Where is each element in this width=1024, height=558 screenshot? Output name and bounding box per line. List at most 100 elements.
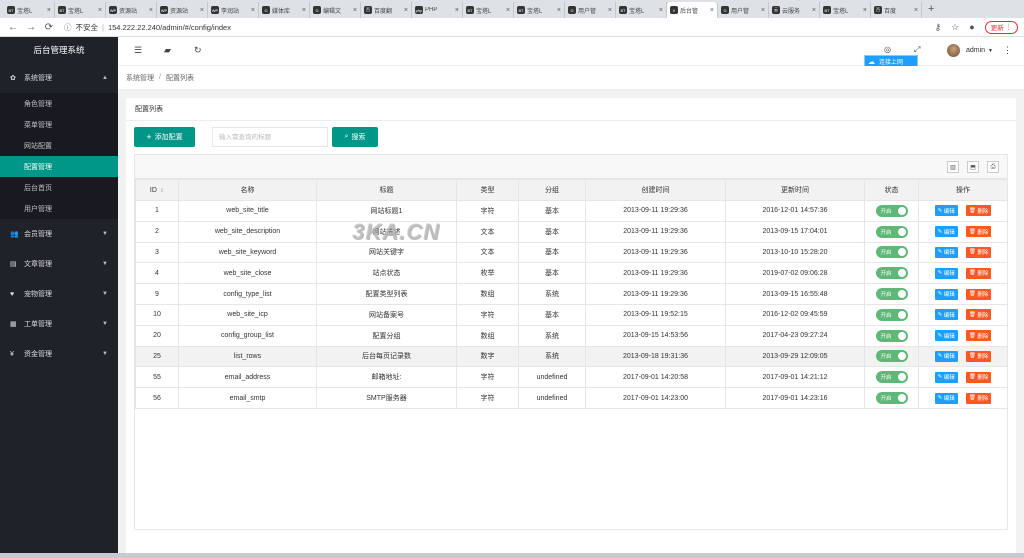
delete-button[interactable]: 🗑 删除	[965, 226, 992, 238]
close-icon[interactable]: ×	[761, 7, 765, 14]
sidebar-item[interactable]: 角色管理	[0, 93, 118, 114]
status-toggle[interactable]: 开启	[875, 288, 908, 301]
edit-button[interactable]: ✎ 编辑	[934, 205, 958, 217]
new-tab-icon[interactable]: +	[928, 3, 934, 15]
delete-button[interactable]: 🗑 删除	[965, 309, 992, 321]
status-toggle[interactable]: 开启	[875, 350, 908, 363]
profile-icon[interactable]: ●	[969, 22, 974, 32]
close-icon[interactable]: ×	[812, 7, 816, 14]
browser-tab[interactable]: BT 宝塔L ×	[4, 2, 55, 18]
close-icon[interactable]: ×	[608, 7, 612, 14]
key-icon[interactable]: ⚷	[935, 22, 942, 33]
forward-icon[interactable]: →	[26, 22, 36, 33]
browser-tab[interactable]: G 用户管 ×	[718, 2, 769, 18]
status-toggle[interactable]: 开启	[875, 329, 908, 342]
browser-tab[interactable]: WP 资源站 ×	[106, 2, 157, 18]
delete-button[interactable]: 🗑 删除	[965, 392, 992, 404]
browser-tab[interactable]: 云云服务 ×	[769, 2, 820, 18]
reload-icon[interactable]: ⟳	[44, 22, 54, 33]
status-toggle[interactable]: 开启	[875, 392, 908, 405]
search-input[interactable]	[212, 127, 328, 147]
sidebar-group-funds[interactable]: ¥ 资金管理 ▼	[0, 339, 118, 369]
edit-button[interactable]: ✎ 编辑	[934, 330, 958, 342]
add-config-button[interactable]: + 添加配置	[134, 127, 195, 147]
fullscreen-icon[interactable]: ⤢	[914, 45, 920, 55]
browser-tab[interactable]: BT 宝塔L ×	[616, 2, 667, 18]
menu-toggle-icon[interactable]: ☰	[134, 45, 142, 56]
browser-tab[interactable]: BT 宝塔L ×	[820, 2, 871, 18]
delete-button[interactable]: 🗑 删除	[965, 205, 992, 217]
close-icon[interactable]: ×	[404, 7, 408, 14]
browser-tab[interactable]: G 编辑文 ×	[310, 2, 361, 18]
delete-button[interactable]: 🗑 删除	[965, 267, 992, 279]
edit-button[interactable]: ✎ 编辑	[934, 267, 958, 279]
sidebar-item[interactable]: 网站配置	[0, 135, 118, 156]
close-icon[interactable]: ×	[251, 7, 255, 14]
chat-icon[interactable]: ▰	[164, 45, 171, 56]
delete-button[interactable]: 🗑 删除	[965, 330, 992, 342]
close-icon[interactable]: ×	[455, 7, 459, 14]
search-button[interactable]: ⌕ 搜索	[332, 127, 378, 147]
status-toggle[interactable]: 开启	[875, 371, 908, 384]
close-icon[interactable]: ×	[659, 7, 663, 14]
sidebar-item[interactable]: 配置管理	[0, 156, 118, 177]
sidebar-group-articles[interactable]: ▤ 文章管理 ▼	[0, 249, 118, 279]
sort-icon[interactable]: ⇕	[160, 188, 164, 194]
delete-button[interactable]: 🗑 删除	[965, 288, 992, 300]
export-icon[interactable]: ⬒	[967, 161, 979, 173]
edit-button[interactable]: ✎ 编辑	[934, 226, 958, 238]
theme-icon[interactable]: ◎	[884, 45, 891, 54]
delete-button[interactable]: 🗑 删除	[965, 350, 992, 362]
browser-tab[interactable]: BT 宝塔L ×	[55, 2, 106, 18]
delete-button[interactable]: 🗑 删除	[965, 246, 992, 258]
browser-tab[interactable]: WP 资源站 ×	[157, 2, 208, 18]
url-text[interactable]: 154.222.22.240/admin/#/config/index	[108, 23, 231, 32]
status-toggle[interactable]: 开启	[875, 308, 908, 321]
browser-tab[interactable]: BT 宝塔L ×	[514, 2, 565, 18]
browser-tab[interactable]: G 媒体库 ×	[259, 2, 310, 18]
close-icon[interactable]: ×	[863, 7, 867, 14]
close-icon[interactable]: ×	[302, 7, 306, 14]
sidebar-group-pets[interactable]: ♥ 宠物管理 ▼	[0, 279, 118, 309]
breadcrumb-parent[interactable]: 系统管理	[126, 73, 154, 83]
edit-button[interactable]: ✎ 编辑	[934, 371, 958, 383]
edit-button[interactable]: ✎ 编辑	[934, 392, 958, 404]
close-icon[interactable]: ×	[149, 7, 153, 14]
browser-tab[interactable]: 百百度翻 ×	[361, 2, 412, 18]
info-icon[interactable]: ⓘ	[64, 22, 72, 33]
browser-tab[interactable]: php PHP ×	[412, 2, 463, 18]
status-toggle[interactable]: 开启	[875, 225, 908, 238]
edit-button[interactable]: ✎ 编辑	[934, 288, 958, 300]
close-icon[interactable]: ×	[557, 7, 561, 14]
column-header-id[interactable]: ID ⇕	[135, 179, 179, 201]
print-icon[interactable]: ⎙	[987, 161, 999, 173]
star-icon[interactable]: ☆	[951, 22, 959, 33]
status-toggle[interactable]: 开启	[875, 267, 908, 280]
browser-tab[interactable]: G 用户管 ×	[565, 2, 616, 18]
url-field[interactable]: ⓘ 不安全 | 154.222.22.240/admin/#/config/in…	[64, 22, 935, 33]
sidebar-group-system[interactable]: ✿ 系统管理 ▲	[0, 63, 118, 93]
browser-tab[interactable]: WP 李润站 ×	[208, 2, 259, 18]
close-icon[interactable]: ×	[506, 7, 510, 14]
sidebar-group-members[interactable]: 👥 会员管理 ▼	[0, 219, 118, 249]
browser-tab[interactable]: BT 宝塔L ×	[463, 2, 514, 18]
more-icon[interactable]: ⋮	[1003, 45, 1012, 56]
close-icon[interactable]: ×	[914, 7, 918, 14]
browser-tab[interactable]: V 后台管 ×	[667, 2, 718, 18]
update-button[interactable]: 更新 ⋮	[984, 20, 1018, 34]
edit-button[interactable]: ✎ 编辑	[934, 246, 958, 258]
back-icon[interactable]: ←	[8, 22, 18, 33]
refresh-icon[interactable]: ↻	[194, 45, 202, 56]
close-icon[interactable]: ×	[47, 7, 51, 14]
edit-button[interactable]: ✎ 编辑	[934, 309, 958, 321]
sidebar-item[interactable]: 用户管理	[0, 198, 118, 219]
close-icon[interactable]: ×	[98, 7, 102, 14]
user-menu[interactable]: admin ▼ ⋮	[946, 44, 1012, 57]
browser-tab[interactable]: 百百度 ×	[871, 2, 922, 18]
status-toggle[interactable]: 开启	[875, 204, 908, 217]
close-icon[interactable]: ×	[200, 7, 204, 14]
edit-button[interactable]: ✎ 编辑	[934, 350, 958, 362]
sidebar-group-tickets[interactable]: ▦ 工单管理 ▼	[0, 309, 118, 339]
close-icon[interactable]: ×	[353, 7, 357, 14]
close-icon[interactable]: ×	[710, 7, 714, 14]
